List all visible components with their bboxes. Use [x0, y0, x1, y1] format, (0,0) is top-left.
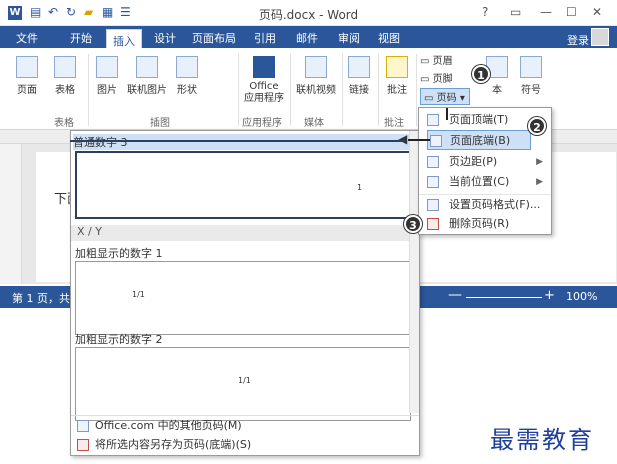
group-label-illustrations: 插图: [150, 118, 170, 129]
picture-button[interactable]: 图片: [92, 56, 122, 96]
vertical-ruler[interactable]: [0, 144, 22, 284]
picture-icon: [96, 56, 118, 78]
title-bar: W ▤ ↶ ↻ ▰ ▦ ☰ 页码.docx - Word ? ▭ — ☐ ✕: [0, 0, 617, 26]
page-margin-icon: [427, 156, 439, 168]
ribbon-display-button[interactable]: ▭: [510, 5, 521, 19]
office-apps-icon: [253, 56, 275, 78]
gallery-section-xy: X / Y: [71, 225, 410, 241]
page-number-button[interactable]: ▭ 页码 ▾: [420, 88, 470, 105]
group-label-table: 表格: [54, 118, 74, 129]
minimize-button[interactable]: —: [540, 5, 552, 19]
group-label-comments: 批注: [384, 118, 404, 129]
gallery-item-title: 加粗显示的数字 2: [75, 333, 163, 346]
tab-view[interactable]: 视图: [378, 30, 400, 46]
group-label-apps: 应用程序: [242, 118, 282, 129]
links-button[interactable]: 链接: [344, 56, 374, 96]
tab-design[interactable]: 设计: [154, 30, 176, 46]
format-page-number-icon: [427, 199, 439, 211]
watermark-text: 最需教育: [490, 426, 594, 454]
zoom-slider[interactable]: [466, 297, 542, 298]
zoom-in-icon[interactable]: +: [544, 288, 555, 303]
menu-item-current-position[interactable]: 当前位置(C) ▶: [419, 172, 551, 192]
preview-number: 1/1: [132, 290, 145, 299]
zoom-out-icon[interactable]: —: [448, 287, 462, 303]
step-badge-2: 2: [528, 117, 546, 135]
page-bottom-icon: [430, 135, 442, 147]
office-page-icon: [77, 420, 89, 432]
gallery-highlight-line: [70, 140, 405, 142]
header-icon: ▭: [420, 56, 433, 67]
remove-page-number-icon: [427, 218, 439, 230]
tab-file[interactable]: 文件: [8, 30, 46, 48]
close-button[interactable]: ✕: [592, 5, 602, 19]
word-window: W ▤ ↶ ↻ ▰ ▦ ☰ 页码.docx - Word ? ▭ — ☐ ✕ 文…: [0, 0, 617, 464]
page-icon: [16, 56, 38, 78]
preview-number: 1/1: [238, 376, 251, 385]
current-position-icon: [427, 176, 439, 188]
step-badge-1: 1: [472, 65, 490, 83]
comment-button[interactable]: 批注: [382, 56, 412, 96]
login-link[interactable]: 登录: [567, 32, 589, 48]
symbol-button[interactable]: 符号: [516, 56, 546, 96]
video-icon: [305, 56, 327, 78]
step-badge-3: 3: [404, 215, 422, 233]
save-selection-icon: [77, 439, 89, 451]
online-video-button[interactable]: 联机视频: [292, 56, 340, 96]
tab-review[interactable]: 审阅: [338, 30, 360, 46]
shapes-icon: [176, 56, 198, 78]
page-number-gallery: 普通数字 3 1 X / Y 加粗显示的数字 1 1/1 加粗显示的数字 2 1…: [70, 130, 420, 456]
preview-number: 1: [357, 183, 363, 192]
gallery-item-title: 加粗显示的数字 1: [75, 247, 163, 260]
gallery-item-bold-number-2[interactable]: 1/1: [75, 347, 411, 421]
gallery-item-plain-number-3[interactable]: 1: [75, 151, 411, 219]
online-picture-button[interactable]: 联机图片: [124, 56, 170, 96]
table-button[interactable]: 表格: [50, 56, 80, 96]
ribbon-tabs: 文件 开始 插入 设计 页面布局 引用 邮件 审阅 视图 登录: [0, 26, 617, 53]
table-icon: [54, 56, 76, 78]
gallery-item-title: 普通数字 3: [73, 134, 409, 150]
maximize-button[interactable]: ☐: [566, 5, 577, 19]
footer-button[interactable]: ▭ 页脚: [420, 70, 472, 85]
header-button[interactable]: ▭ 页眉: [420, 52, 472, 67]
comment-icon: [386, 56, 408, 78]
gallery-item-bold-number-1[interactable]: 1/1: [75, 261, 411, 335]
submenu-arrow-icon: ▶: [536, 177, 543, 187]
zoom-level[interactable]: 100%: [566, 290, 597, 303]
arrow-left-icon: ◀: [398, 132, 408, 146]
tab-home[interactable]: 开始: [70, 30, 92, 46]
save-selection-as-page-number[interactable]: 将所选内容另存为页码(底端)(S): [71, 435, 419, 455]
group-label-media: 媒体: [304, 118, 324, 129]
page-top-icon: [427, 114, 439, 126]
footer-icon: ▭: [420, 74, 433, 85]
office-apps-button[interactable]: Office 应用程序: [240, 56, 288, 105]
tab-layout[interactable]: 页面布局: [192, 30, 236, 46]
callout-arrow-2: [408, 139, 430, 141]
shapes-button[interactable]: 形状: [170, 56, 204, 96]
submenu-arrow-icon: ▶: [536, 157, 543, 167]
menu-item-page-margins[interactable]: 页边距(P) ▶: [419, 152, 551, 172]
page-count-status[interactable]: 第 1 页，共: [12, 290, 70, 306]
link-icon: [348, 56, 370, 78]
window-title: 页码.docx - Word: [258, 8, 359, 22]
menu-item-bottom-of-page[interactable]: 页面底端(B): [427, 130, 531, 150]
help-button[interactable]: ?: [482, 5, 488, 19]
menu-item-format-page-numbers[interactable]: 设置页码格式(F)...: [419, 194, 551, 214]
omega-icon: [520, 56, 542, 78]
tab-mailings[interactable]: 邮件: [296, 30, 318, 46]
more-from-office-com[interactable]: Office.com 中的其他页码(M): [71, 415, 419, 435]
avatar[interactable]: [591, 28, 609, 46]
online-picture-icon: [136, 56, 158, 78]
tab-references[interactable]: 引用: [254, 30, 276, 46]
pages-button[interactable]: 页面: [12, 56, 42, 96]
page-number-icon: ▭: [424, 93, 437, 104]
callout-arrow-1: [446, 108, 448, 120]
menu-item-remove-page-numbers[interactable]: 删除页码(R): [419, 214, 551, 234]
